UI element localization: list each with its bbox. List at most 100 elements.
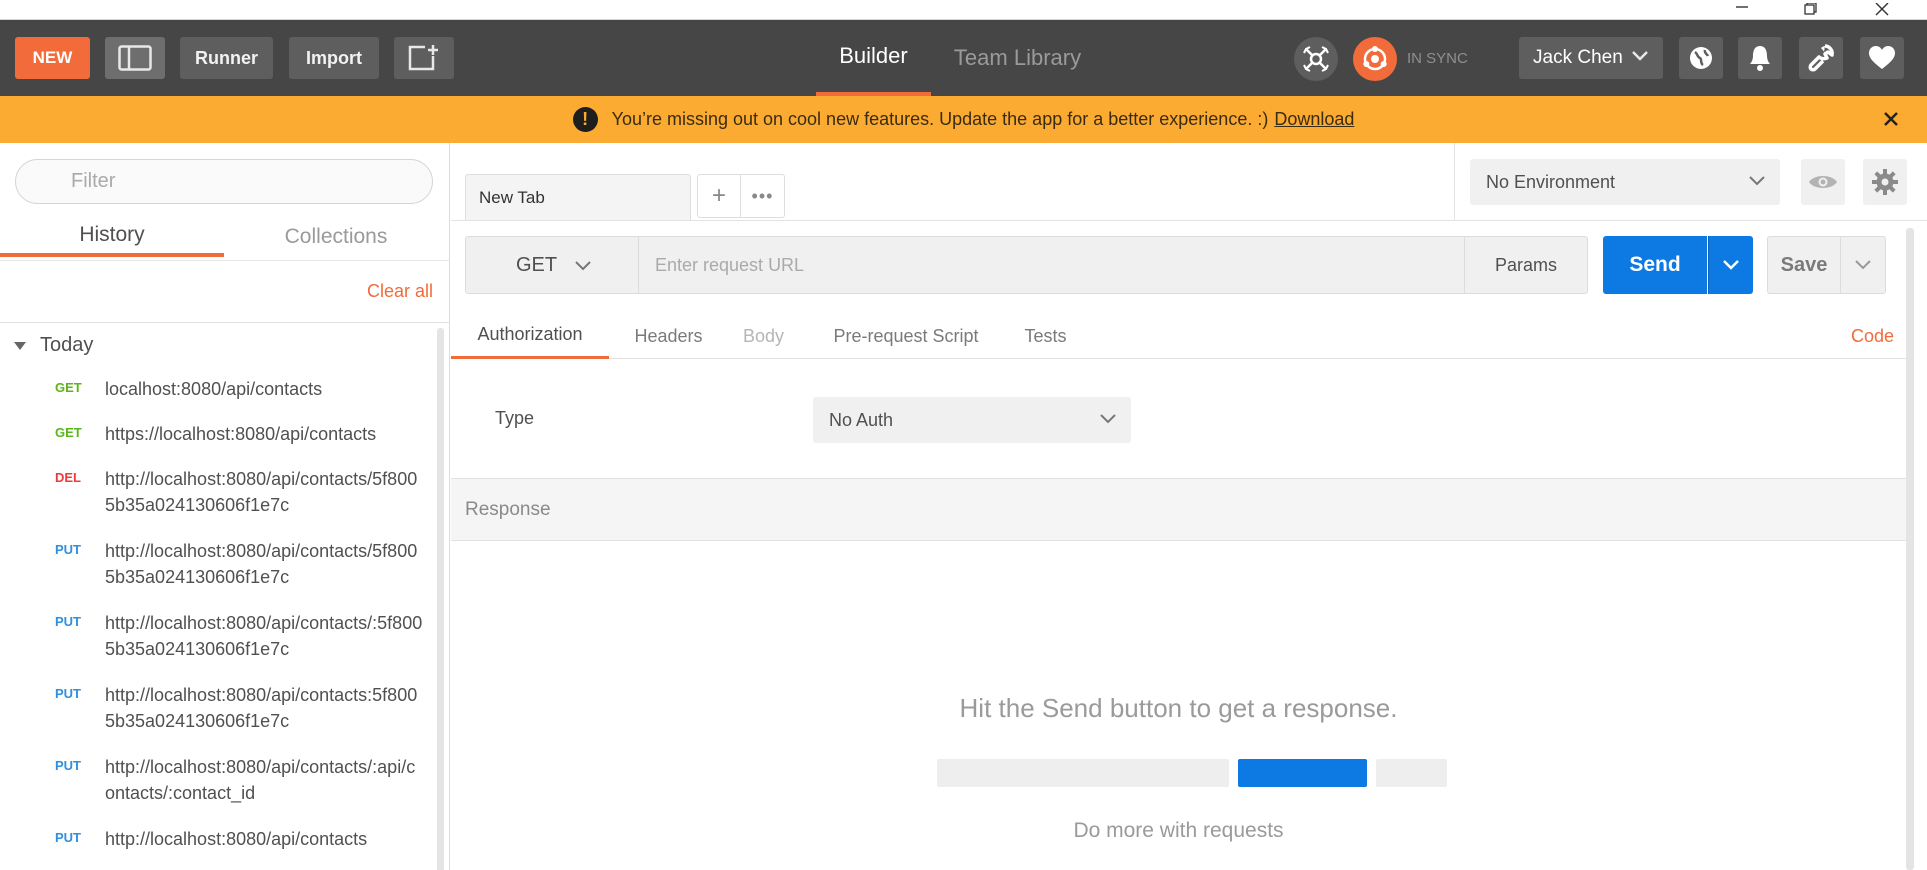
user-name: Jack Chen: [1533, 47, 1623, 68]
update-banner: ! You’re missing out on cool new feature…: [0, 96, 1927, 143]
do-more-text: Do more with requests: [1073, 819, 1284, 842]
url-bar: GET Enter request URL Params: [465, 236, 1616, 294]
window-titlebar: [0, 0, 1927, 20]
method-badge: GET: [55, 380, 82, 395]
globe-button[interactable]: [1679, 37, 1723, 79]
chevron-down-icon: [1723, 260, 1739, 270]
sync-button[interactable]: [1353, 37, 1397, 81]
history-group-label: Today: [40, 334, 94, 356]
eye-icon: [1809, 176, 1837, 188]
more-tabs-button[interactable]: •••: [741, 174, 785, 218]
send-button[interactable]: Send: [1603, 236, 1707, 294]
placeholder-bar: [1376, 759, 1447, 787]
interceptor-button[interactable]: [1294, 37, 1338, 81]
divider: [0, 260, 450, 261]
history-url: http://localhost:8080/api/contacts/:​api…: [105, 757, 416, 803]
tab-body[interactable]: Body: [731, 313, 796, 359]
environment-value: No Environment: [1486, 171, 1616, 192]
sidebar-toggle-icon: [118, 45, 152, 71]
download-link[interactable]: Download: [1274, 109, 1354, 130]
new-window-icon: [408, 45, 438, 71]
globe-icon: [1690, 47, 1712, 69]
tab-pre-request-script[interactable]: Pre-request Script: [811, 313, 1001, 359]
sync-icon: [1363, 46, 1387, 71]
sync-status: IN SYNC: [1407, 49, 1468, 67]
manage-environments-button[interactable]: [1863, 159, 1907, 205]
close-window-icon[interactable]: [1859, 0, 1905, 20]
method-badge: PUT: [55, 542, 81, 557]
history-url: https://localhost:8080/api/contacts: [105, 424, 377, 444]
notifications-button[interactable]: [1738, 37, 1782, 79]
method-badge: PUT: [55, 686, 81, 701]
tab-history[interactable]: History: [0, 217, 224, 257]
chevron-down-icon: [575, 261, 591, 271]
wrench-icon: [1808, 44, 1834, 72]
caret-down-icon: [14, 341, 26, 350]
divider: [1454, 143, 1455, 221]
main-scrollbar[interactable]: [1906, 228, 1914, 870]
code-link[interactable]: Code: [1851, 313, 1894, 359]
add-tab-button[interactable]: +: [697, 174, 741, 218]
method-value: GET: [516, 253, 558, 276]
placeholder-bar: [937, 759, 1229, 787]
close-icon[interactable]: [1880, 108, 1902, 130]
divider: [0, 322, 450, 323]
save-button[interactable]: Save: [1767, 236, 1841, 294]
request-subtabs: Authorization Headers Body Pre-request S…: [451, 313, 1906, 359]
method-badge: PUT: [55, 614, 81, 629]
auth-type-select[interactable]: No Auth: [813, 397, 1131, 443]
warning-icon: !: [572, 107, 598, 132]
gear-icon: [1872, 169, 1898, 195]
sidebar-scrollbar[interactable]: [437, 328, 444, 870]
tab-collections[interactable]: Collections: [224, 217, 448, 257]
chevron-down-icon: [1749, 176, 1765, 186]
bell-icon: [1750, 46, 1770, 71]
send-options-button[interactable]: [1708, 236, 1753, 294]
params-button[interactable]: Params: [1465, 236, 1588, 294]
save-options-button[interactable]: [1841, 236, 1886, 294]
new-button[interactable]: NEW: [15, 37, 90, 79]
method-select[interactable]: GET: [465, 236, 639, 294]
user-menu-button[interactable]: Jack Chen: [1519, 37, 1663, 79]
divider: [451, 220, 1927, 221]
history-url: localhost:8080/api/contacts: [105, 379, 323, 399]
chevron-down-icon: [1100, 414, 1116, 424]
response-hint: Hit the Send button to get a response.: [959, 693, 1398, 723]
method-badge: DEL: [55, 470, 81, 485]
request-builder: New Tab + ••• No Environment GET Enter r…: [451, 143, 1927, 870]
settings-button[interactable]: [1799, 37, 1843, 79]
environment-quick-look-button[interactable]: [1801, 159, 1845, 205]
tab-authorization[interactable]: Authorization: [451, 313, 609, 359]
banner-message: You’re missing out on cool new features.…: [611, 109, 1269, 129]
clear-all-button[interactable]: Clear all: [367, 281, 433, 302]
interceptor-icon: [1303, 46, 1329, 72]
history-url: http://localhost:8080/api/contacts: [105, 829, 368, 849]
tab-builder[interactable]: Builder: [816, 20, 931, 96]
request-tab[interactable]: New Tab: [465, 174, 691, 221]
environment-select[interactable]: No Environment: [1470, 159, 1780, 205]
history-url: http://localhost:8080/api/contacts/:​5f8…: [105, 613, 423, 659]
url-input[interactable]: Enter request URL: [639, 236, 1465, 294]
tab-headers[interactable]: Headers: [621, 313, 716, 359]
auth-type-label: Type: [495, 408, 535, 428]
placeholder-bar: [1238, 759, 1367, 787]
filter-input[interactable]: Filter: [15, 159, 433, 204]
method-badge: PUT: [55, 758, 81, 773]
top-nav: NEW Runner Import Builder Team Library I…: [0, 20, 1927, 96]
chevron-down-icon: [1855, 260, 1871, 270]
method-badge: PUT: [55, 830, 81, 845]
history-group-today[interactable]: Today: [14, 334, 93, 357]
new-window-button[interactable]: [394, 37, 454, 79]
method-badge: GET: [55, 425, 82, 440]
tab-team-library[interactable]: Team Library: [940, 20, 1095, 96]
import-button[interactable]: Import: [289, 37, 379, 79]
sidebar: Filter History Collections Clear all Tod…: [0, 143, 450, 870]
tab-tests[interactable]: Tests: [1013, 313, 1078, 359]
maximize-icon[interactable]: [1788, 0, 1834, 20]
runner-button[interactable]: Runner: [180, 37, 273, 79]
sidebar-toggle-button[interactable]: [105, 37, 165, 79]
minimize-icon[interactable]: [1719, 0, 1765, 20]
history-url: http://localhost:8080/api/contacts:​5f80…: [105, 685, 418, 731]
history-url: http://localhost:8080/api/contacts/​5f80…: [105, 541, 418, 587]
favorite-button[interactable]: [1860, 37, 1904, 79]
